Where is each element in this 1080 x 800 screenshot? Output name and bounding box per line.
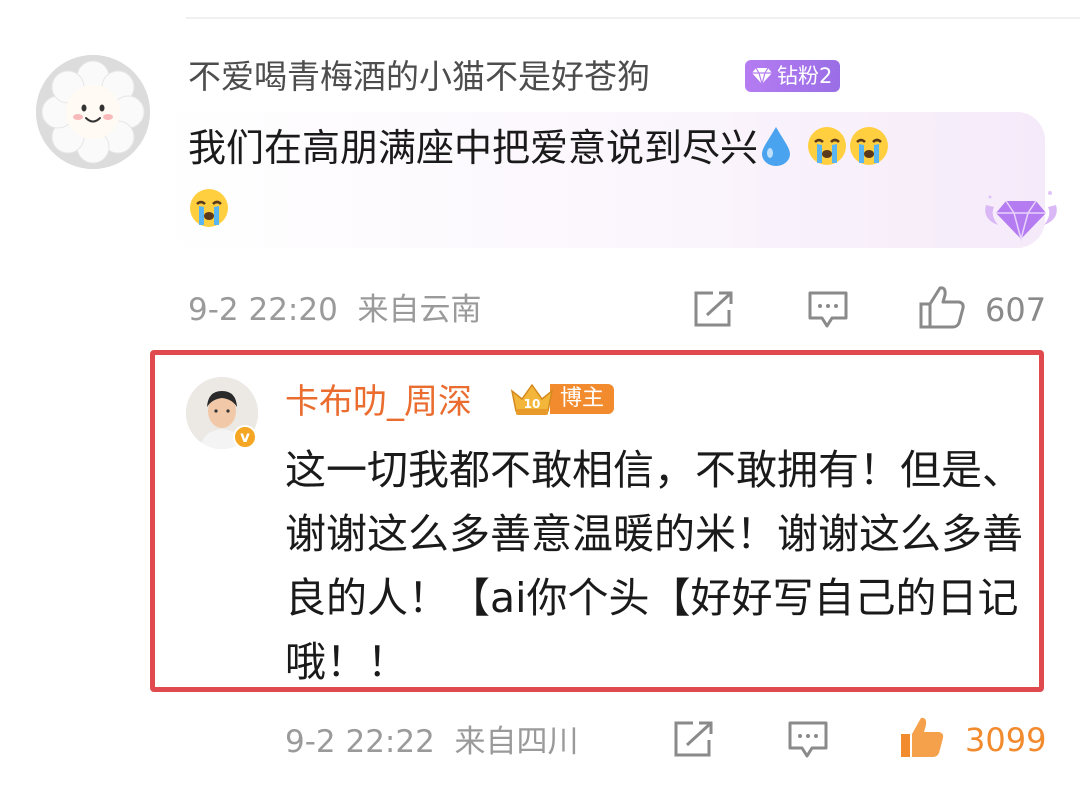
liked-icon[interactable] [898,714,946,764]
reply-meta: 9-2 22:22 来自四川 [285,722,579,762]
timestamp: 9-2 22:20 [188,292,338,328]
like-count: 607 [985,291,1047,329]
reply-text: 这一切我都不敢相信，不敢拥有！但是、谢谢这么多善意温暖的米！谢谢这么多善良的人！… [285,446,1023,686]
crying-face-icon [188,187,230,244]
like-count: 3099 [965,721,1047,759]
verified-icon: v [233,425,257,449]
comment-icon[interactable] [807,290,849,334]
top-divider [186,17,1080,19]
crying-face-icon [848,125,890,182]
comment-text: 我们在高朋满座中把爱意说到尽兴 [188,120,1028,244]
comment-text-content: 我们在高朋满座中把爱意说到尽兴 [188,126,759,170]
comment-icon[interactable] [787,720,829,764]
comment-meta: 9-2 22:20 来自云南 [188,290,482,330]
crown-icon: 10 [508,381,556,417]
diamond-icon [752,67,772,85]
crying-face-icon [806,125,848,182]
fan-badge[interactable]: 钻粉2 [745,60,841,92]
blogger-badge[interactable]: 10 博主 [508,381,615,417]
blogger-badge-label: 博主 [550,384,615,414]
like-icon[interactable] [918,284,966,334]
fan-badge-label: 钻粉2 [777,64,833,88]
diamond-fan-decor-icon [980,185,1062,251]
avatar[interactable] [36,55,150,169]
flower-avatar-icon [36,55,150,169]
location: 来自云南 [357,292,482,328]
share-icon[interactable] [693,290,735,332]
badge-level: 10 [524,397,541,411]
water-drop-icon [758,125,794,182]
username[interactable]: 不爱喝青梅酒的小猫不是好苍狗 [188,56,650,98]
location: 来自四川 [454,724,579,760]
timestamp: 9-2 22:22 [285,724,435,760]
share-icon[interactable] [673,720,715,762]
username[interactable]: 卡布叻_周深 [285,380,472,424]
